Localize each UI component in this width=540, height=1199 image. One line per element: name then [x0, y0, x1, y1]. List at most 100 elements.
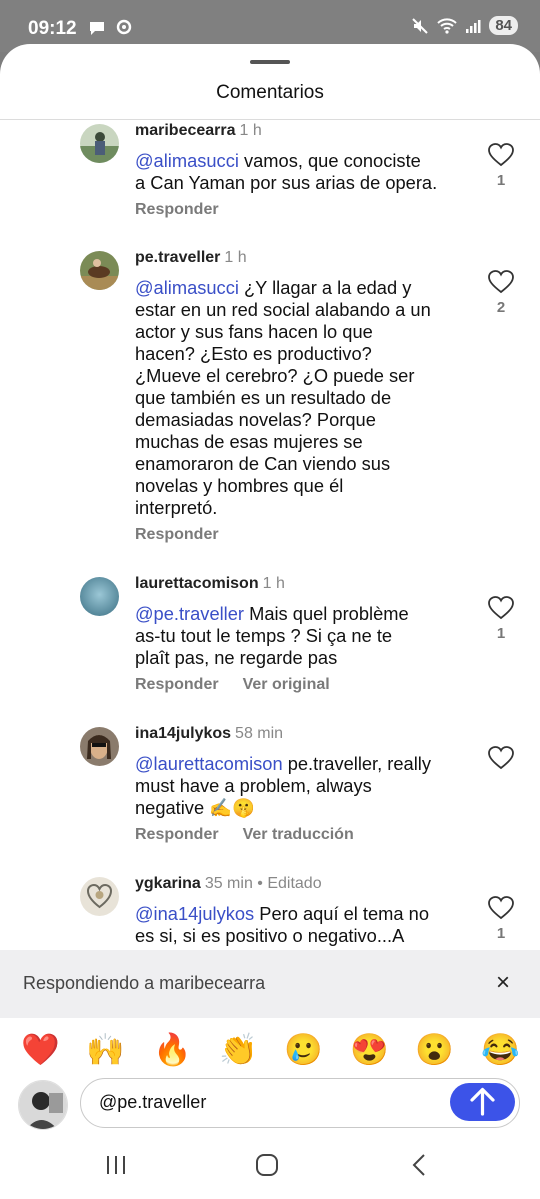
- comment-time: 58 min: [235, 725, 284, 742]
- comment-line: Mais quel problème: [249, 603, 409, 624]
- comment-header: laurettacomison 1 h: [135, 575, 285, 593]
- comment-line: must have a problem, always: [135, 775, 372, 796]
- comment-username[interactable]: ygkarina: [135, 875, 201, 892]
- heart-icon: [488, 746, 514, 770]
- comment-line: negative ✍️🤫: [135, 797, 255, 818]
- heart-icon: [488, 896, 514, 920]
- comment-line: muchas de esas mujeres se: [135, 431, 363, 452]
- avatar[interactable]: [80, 124, 119, 163]
- comment-actions: Responder: [135, 201, 243, 219]
- comment-line: hacen? ¿Esto es productivo?: [135, 343, 372, 364]
- mention-link[interactable]: @alimasucci: [135, 277, 239, 298]
- comment-header: ygkarina 35 min • Editado: [135, 875, 322, 893]
- like-button[interactable]: 1: [486, 895, 516, 942]
- emoji-heart-eyes[interactable]: 😍: [350, 1030, 389, 1070]
- reply-button[interactable]: Responder: [135, 201, 219, 218]
- comment-line: plaît pas, ne regarde pas: [135, 647, 338, 668]
- comment-actions: Responder Ver traducción: [135, 826, 378, 844]
- comment-line: as-tu tout le temps ? Si ça ne te: [135, 625, 393, 646]
- comment-time: 35 min • Editado: [204, 875, 322, 892]
- emoji-fire[interactable]: 🔥: [153, 1030, 192, 1070]
- comment-line: interpretó.: [135, 497, 218, 518]
- see-original-button[interactable]: Ver original: [243, 676, 330, 693]
- avatar[interactable]: [80, 251, 119, 290]
- emoji-raising-hands[interactable]: 🙌: [86, 1030, 125, 1070]
- emoji-heart[interactable]: ❤️: [21, 1030, 60, 1070]
- arrow-up-icon: [470, 1087, 495, 1116]
- comment-text: @pe.traveller Mais quel problème as-tu t…: [135, 603, 465, 669]
- comment-line: enamoraron de Can viendo sus: [135, 453, 391, 474]
- comment-line: novelas y hombres que él: [135, 475, 344, 496]
- see-translation-button[interactable]: Ver traducción: [243, 826, 354, 843]
- comment-line: ¿Y llagar a la edad y: [244, 277, 412, 298]
- notification-icons: [88, 18, 133, 41]
- comment-header: maribecearra 1 h: [135, 122, 262, 140]
- like-button[interactable]: 1: [486, 142, 516, 189]
- comment-actions: Responder: [135, 526, 243, 544]
- mention-link[interactable]: @pe.traveller: [135, 603, 244, 624]
- reply-button[interactable]: Responder: [135, 826, 219, 843]
- like-button[interactable]: 1: [486, 595, 516, 642]
- mention-link[interactable]: @laurettacomison: [135, 753, 283, 774]
- reply-button[interactable]: Responder: [135, 526, 219, 543]
- like-count: 1: [496, 172, 506, 189]
- comment-line: a Can Yaman por sus arias de opera.: [135, 172, 438, 193]
- quick-emoji-row: ❤️ 🙌 🔥 👏 🥲 😍 😮 😂: [0, 1030, 540, 1074]
- heart-icon: [488, 596, 514, 620]
- comment-username[interactable]: laurettacomison: [135, 575, 259, 592]
- comments-sheet: Comentarios maribecearra 1 h @alimasucci …: [0, 44, 540, 1199]
- system-navigation-bar: [0, 1139, 540, 1199]
- like-count: 1: [496, 625, 506, 642]
- signal-icon: [466, 19, 481, 33]
- comment-line: que también es un resultado de: [135, 387, 392, 408]
- close-icon[interactable]: ×: [496, 969, 510, 997]
- comment-username[interactable]: pe.traveller: [135, 249, 220, 266]
- comment-time: 1 h: [262, 575, 285, 592]
- mention-link[interactable]: @alimasucci: [135, 150, 239, 171]
- emoji-smiling-tear[interactable]: 🥲: [284, 1030, 323, 1070]
- emoji-laughing[interactable]: 😂: [481, 1030, 520, 1070]
- user-avatar: [18, 1080, 68, 1130]
- comment-line: vamos, que conociste: [244, 150, 421, 171]
- comment-line: demasiadas novelas? Porque: [135, 409, 376, 430]
- comment-text: @alimasucci vamos, que conociste a Can Y…: [135, 150, 465, 194]
- comment-line: pe.traveller, really: [287, 753, 431, 774]
- comment-header: ina14julykos 58 min: [135, 725, 283, 743]
- replying-to-bar: Respondiendo a maribecearra ×: [0, 950, 540, 1018]
- mention-link[interactable]: @ina14julykos: [135, 903, 254, 924]
- like-button[interactable]: 2: [486, 269, 516, 316]
- sheet-title: Comentarios: [216, 82, 324, 103]
- comment-line: es si, si es positivo o negativo...A: [135, 925, 405, 946]
- comment-username[interactable]: ina14julykos: [135, 725, 231, 742]
- avatar[interactable]: [80, 577, 119, 616]
- comment-line: ¿Mueve el cerebro? ¿O puede ser: [135, 365, 415, 386]
- comment-username[interactable]: maribecearra: [135, 122, 236, 139]
- comment-text: @alimasucci ¿Y llagar a la edad y estar …: [135, 277, 465, 519]
- threads-icon: [116, 19, 132, 35]
- back-icon[interactable]: [408, 1153, 432, 1177]
- replying-to-label: Respondiendo a maribecearra: [23, 973, 266, 993]
- avatar[interactable]: [80, 877, 119, 916]
- send-button[interactable]: [450, 1083, 515, 1121]
- like-count: 1: [496, 925, 506, 942]
- status-right: 84: [411, 16, 518, 35]
- comments-list[interactable]: maribecearra 1 h @alimasucci vamos, que c…: [0, 120, 540, 950]
- comment-time: 1 h: [224, 249, 247, 266]
- chat-bubble-icon: [90, 22, 104, 35]
- comment-actions: Responder Ver original: [135, 676, 354, 694]
- heart-icon: [488, 270, 514, 294]
- comment-text: @ina14julykos Pero aquí el tema no es si…: [135, 903, 465, 947]
- avatar[interactable]: [80, 727, 119, 766]
- battery-indicator: 84: [489, 16, 518, 35]
- emoji-clapping[interactable]: 👏: [219, 1030, 258, 1070]
- comment-composer: @pe.traveller: [0, 1074, 540, 1138]
- comment-time: 1 h: [239, 122, 262, 139]
- drag-handle[interactable]: [250, 60, 290, 64]
- like-button[interactable]: [486, 745, 516, 775]
- emoji-surprised[interactable]: 😮: [415, 1030, 454, 1070]
- recent-apps-icon[interactable]: [104, 1153, 128, 1177]
- reply-button[interactable]: Responder: [135, 676, 219, 693]
- like-count: 2: [496, 299, 506, 316]
- comment-text: @laurettacomison pe.traveller, really mu…: [135, 753, 465, 819]
- home-icon[interactable]: [255, 1153, 279, 1177]
